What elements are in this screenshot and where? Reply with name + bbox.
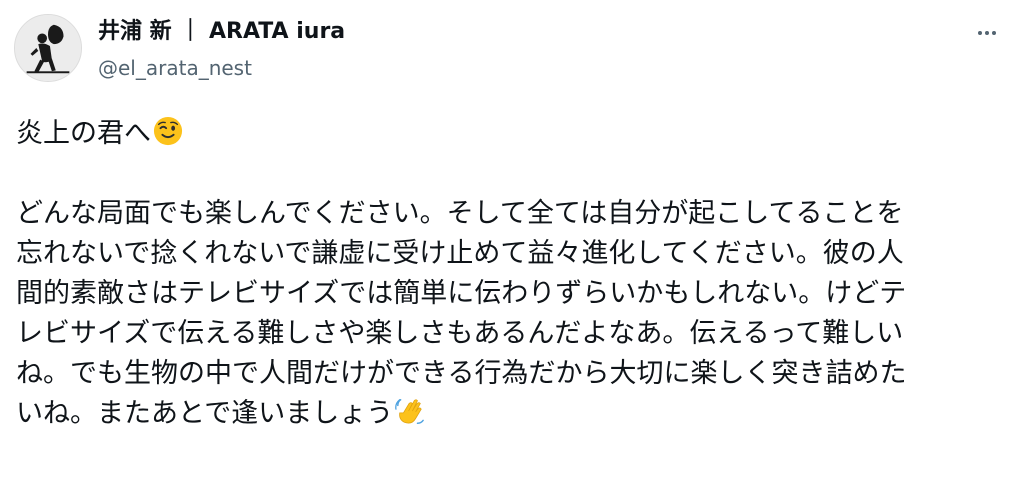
tweet-text: 炎上の君へ どんな局面でも楽しんでください。そして全ては自分が起こしてることを … <box>16 114 1006 434</box>
tweet-body-line: どんな局面でも楽しんでください。そして全ては自分が起こしてることを <box>16 198 904 229</box>
tweet-body-line: 忘れないで捻くれないで謙虚に受け止めて益々進化してください。彼の人 <box>16 238 904 269</box>
tweet-last-line-text: いね。またあとで逢いましょう <box>16 398 394 429</box>
tweet-title-text: 炎上の君へ <box>16 118 151 149</box>
tweet-card: 井浦 新 ｜ ARATA iura @el_arata_nest 炎上の君へ ど… <box>0 0 1022 489</box>
user-handle[interactable]: @el_arata_nest <box>98 54 252 82</box>
more-options-button[interactable] <box>970 16 1004 50</box>
tweet-body-line-last: いね。またあとで逢いましょう <box>16 394 1006 434</box>
tweet-body-line: ね。でも生物の中で人間だけができる行為だから大切に楽しく突き詰めた <box>16 358 907 389</box>
display-name[interactable]: 井浦 新 ｜ ARATA iura <box>98 16 345 48</box>
waving-hand-icon <box>395 396 425 426</box>
more-options-icon <box>978 31 996 35</box>
tweet-line-title: 炎上の君へ <box>16 114 1006 154</box>
tweet-body-line: レビサイズで伝える難しさや楽しさもあるんだよなあ。伝えるって難しい <box>16 318 904 349</box>
winking-face-icon <box>153 116 183 146</box>
tweet-body-line: 間的素敵さはテレビサイズでは簡単に伝わりずらいかもしれない。けどテ <box>16 278 907 309</box>
avatar-illustration-icon <box>15 15 81 81</box>
avatar[interactable] <box>14 14 82 82</box>
